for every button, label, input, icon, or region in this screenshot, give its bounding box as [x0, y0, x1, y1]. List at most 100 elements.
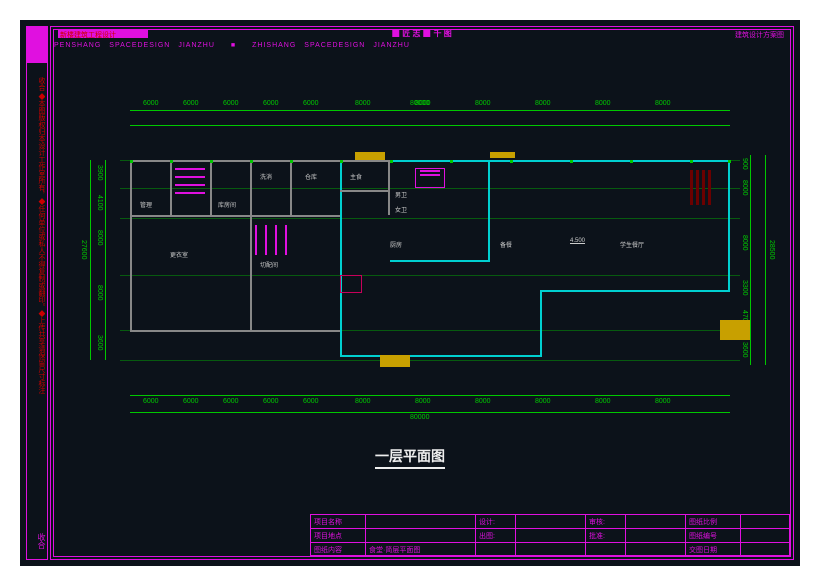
dim-rb-3: 3300 [741, 280, 748, 296]
tb-label: 设计: [476, 515, 516, 528]
counter [175, 184, 205, 186]
wall [388, 160, 390, 215]
tb-val [516, 543, 586, 557]
sidebar-warning-panel: 收合 ◆本图版权归本设计工作室所有，◆任何单位或私人不得复制或翻印。◆上传共享请… [26, 26, 48, 560]
dim-rb-0: 900 [741, 158, 748, 170]
dim-tb-3: 6000 [263, 100, 279, 107]
counter [255, 225, 257, 255]
wall-cyan [390, 160, 730, 162]
furniture [696, 170, 699, 205]
tb-val [626, 529, 686, 542]
wall-cyan [540, 290, 542, 357]
tb-label: 项目名称 [311, 515, 366, 528]
stair-icon [380, 355, 410, 367]
wall [210, 160, 212, 215]
header-right-text: 建筑设计方案图 [735, 30, 784, 40]
tb-label: 审核: [586, 515, 626, 528]
logo-square-icon [392, 30, 399, 37]
column [450, 160, 453, 163]
room-label: 男卫 [395, 190, 407, 199]
floor-plan: 管理 库房间 更衣室 洗消 切配间 仓库 主食 男卫 女卫 厨房 备餐 学生餐厅… [130, 160, 730, 360]
stair-icon [340, 275, 362, 293]
wall [250, 160, 252, 330]
table-row: 图纸内容 食堂·简层平面图 交图日期 [311, 543, 789, 557]
wall [130, 215, 340, 217]
wall-cyan [488, 160, 490, 260]
tb-val [626, 543, 686, 557]
dim-top-bays [130, 125, 730, 126]
tb-val [366, 515, 476, 528]
grid-h [120, 218, 740, 219]
stair-icon [490, 152, 515, 158]
tb-val [516, 515, 586, 528]
dim-tb-0: 6000 [143, 100, 159, 107]
wall-cyan [340, 355, 540, 357]
counter [175, 168, 205, 170]
tb-val [626, 515, 686, 528]
wall [340, 190, 390, 192]
dim-tb-10: 8000 [655, 100, 671, 107]
dim-bb-7: 8000 [475, 398, 491, 405]
company-name: 新楼建筑工程设计 [60, 30, 116, 40]
grid-h [120, 275, 740, 276]
column [250, 160, 253, 163]
dim-bb-4: 6000 [303, 398, 319, 405]
wall [170, 160, 172, 215]
dim-left-total-val: 27600 [80, 240, 87, 259]
room-label: 女卫 [395, 205, 407, 214]
tb-val [586, 543, 626, 557]
dim-tb-7: 8000 [475, 100, 491, 107]
counter [265, 225, 267, 255]
column [170, 160, 173, 163]
wall [290, 160, 292, 215]
dim-top-total [130, 110, 730, 111]
room-label: 备餐 [500, 240, 512, 249]
level-marker: 4.500 [570, 238, 585, 244]
dim-lb-2: 3900 [96, 165, 103, 181]
elevator-det [420, 170, 440, 172]
column [210, 160, 213, 163]
room-label: 学生餐厅 [620, 240, 644, 249]
header-en-subtitle: PENSHANG SPACEDESIGN JIANZHU ■ ZHISHANG … [54, 40, 790, 50]
counter [285, 225, 287, 255]
room-label: 切配间 [260, 260, 278, 269]
dim-lb-1: 4100 [96, 195, 103, 211]
dim-rb-2: 8000 [741, 235, 748, 251]
room-label: 库房间 [218, 200, 236, 209]
room-label: 管理 [140, 200, 152, 209]
dim-bb-9: 8000 [595, 398, 611, 405]
dim-tb-2: 6000 [223, 100, 239, 107]
stair-icon [720, 320, 750, 340]
dim-bb-1: 6000 [183, 398, 199, 405]
tb-label: 项目地点 [311, 529, 366, 542]
furniture [708, 170, 711, 205]
counter [175, 176, 205, 178]
tb-val [741, 529, 789, 542]
column [570, 160, 573, 163]
dim-tb-9: 8000 [595, 100, 611, 107]
tb-label: 图纸比例 [686, 515, 741, 528]
dim-lb-3: 8000 [96, 230, 103, 246]
counter [275, 225, 277, 255]
column [728, 160, 731, 163]
dim-bb-6: 8000 [415, 398, 431, 405]
wall-cyan [728, 160, 730, 292]
dim-tb-6: 8000 [415, 100, 431, 107]
tb-val: 食堂·简层平面图 [366, 543, 476, 557]
dim-rb-5: 3600 [741, 342, 748, 358]
dim-tb-8: 8000 [535, 100, 551, 107]
tb-val [366, 529, 476, 542]
tb-val [516, 529, 586, 542]
sidebar-bottom-label: 收合 [29, 533, 47, 549]
tb-label: 批准: [586, 529, 626, 542]
tb-label: 图纸编号 [686, 529, 741, 542]
dim-right-bays [750, 155, 751, 365]
dim-left-total [90, 160, 91, 360]
wall-cyan [390, 260, 490, 262]
drawing-area[interactable]: 80000 6000 6000 6000 6000 6000 8000 8000… [80, 100, 780, 430]
grid-h [120, 188, 740, 189]
dim-right-total [765, 155, 766, 365]
tb-val [741, 515, 789, 528]
wall-cyan [540, 290, 730, 292]
dim-bb-0: 6000 [143, 398, 159, 405]
